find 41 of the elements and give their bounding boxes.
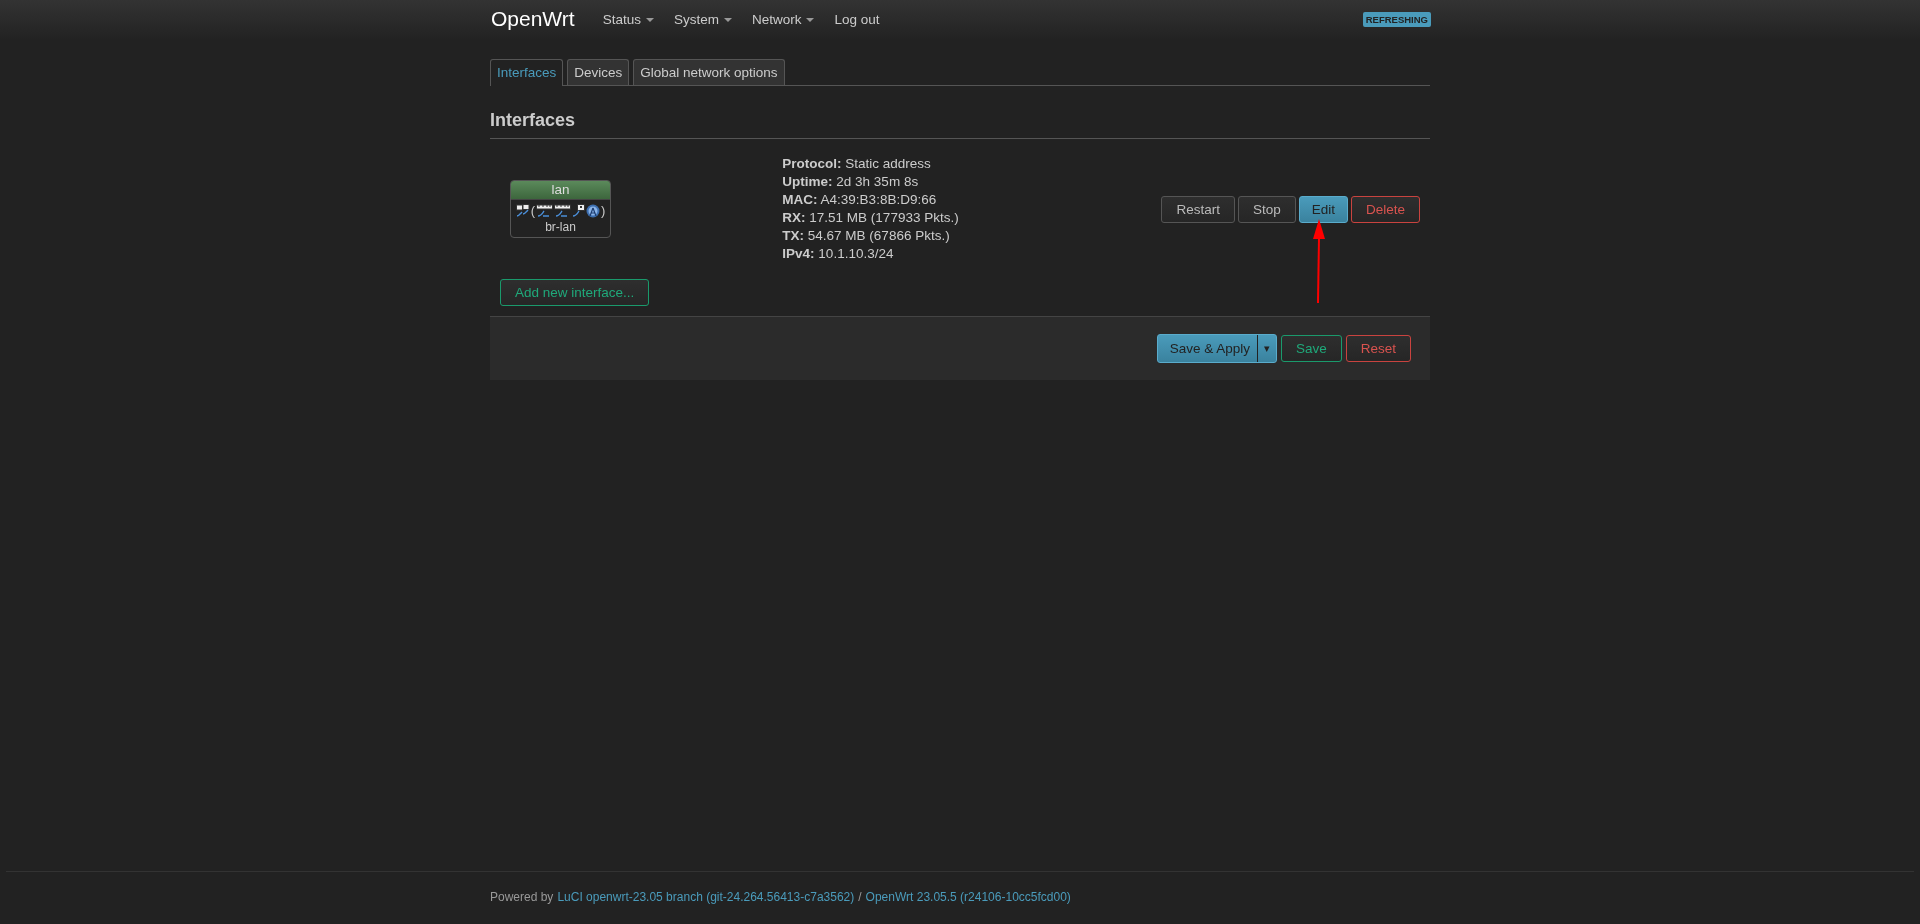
bracket: ) [601, 203, 606, 218]
footer-text: Powered by [490, 890, 554, 904]
status-line: MAC: A4:39:B3:8B:D9:66 [782, 191, 938, 209]
add-interface-button[interactable]: Add new interface... [500, 279, 650, 306]
dropdown-toggle[interactable]: ▾ [1256, 335, 1276, 362]
section-heading: Interfaces [490, 110, 1430, 139]
caret-icon [645, 17, 654, 22]
ethernet-port-icon [572, 204, 585, 217]
nav-menu-item[interactable]: Status [592, 11, 664, 27]
switch-icon [536, 204, 553, 217]
status-line: IPv4: 10.1.10.3/24 [782, 245, 895, 263]
interface-name: lan [511, 181, 610, 200]
nav-menu-item[interactable]: System [663, 11, 742, 27]
footer-separator: / [858, 890, 862, 904]
openwrt-link[interactable]: OpenWrt 23.05.5 (r24106-10cc5fcd00) [865, 890, 1071, 904]
wireless-antenna-icon [586, 203, 600, 218]
brand-title[interactable]: OpenWrt [491, 7, 575, 31]
status-line: TX: 54.67 MB (67866 Pkts.) [782, 227, 951, 245]
nav-menu-item[interactable]: Log out [824, 11, 890, 27]
tab[interactable]: Global network options [633, 59, 785, 85]
bracket: ( [530, 203, 535, 218]
tab[interactable]: Devices [567, 59, 630, 85]
status-line: Uptime: 2d 3h 35m 8s [782, 173, 920, 191]
caret-icon [806, 17, 815, 22]
delete-button[interactable]: Delete [1350, 195, 1420, 223]
action-button[interactable]: Restart [1161, 195, 1235, 223]
status-line: Protocol: Static address [782, 155, 932, 173]
edit-button[interactable]: Edit [1298, 195, 1348, 223]
reset-button[interactable]: Reset [1345, 335, 1411, 362]
luci-link[interactable]: LuCI openwrt-23.05 branch (git-24.264.56413-c7a3562) [557, 890, 855, 904]
refreshing-badge[interactable]: REFRESHING [1362, 11, 1431, 27]
nav-menu-item[interactable]: Network [741, 11, 825, 27]
bridge-icon [515, 204, 530, 217]
tab[interactable]: Interfaces [490, 59, 564, 86]
save-apply-button[interactable]: Save & Apply ▾ [1156, 334, 1277, 363]
caret-icon [723, 17, 732, 22]
switch-icon [554, 204, 571, 217]
device-name: br-lan [544, 219, 577, 236]
action-button[interactable]: Stop [1237, 195, 1296, 223]
save-button[interactable]: Save [1280, 335, 1342, 362]
status-line: RX: 17.51 MB (177933 Pkts.) [782, 209, 960, 227]
